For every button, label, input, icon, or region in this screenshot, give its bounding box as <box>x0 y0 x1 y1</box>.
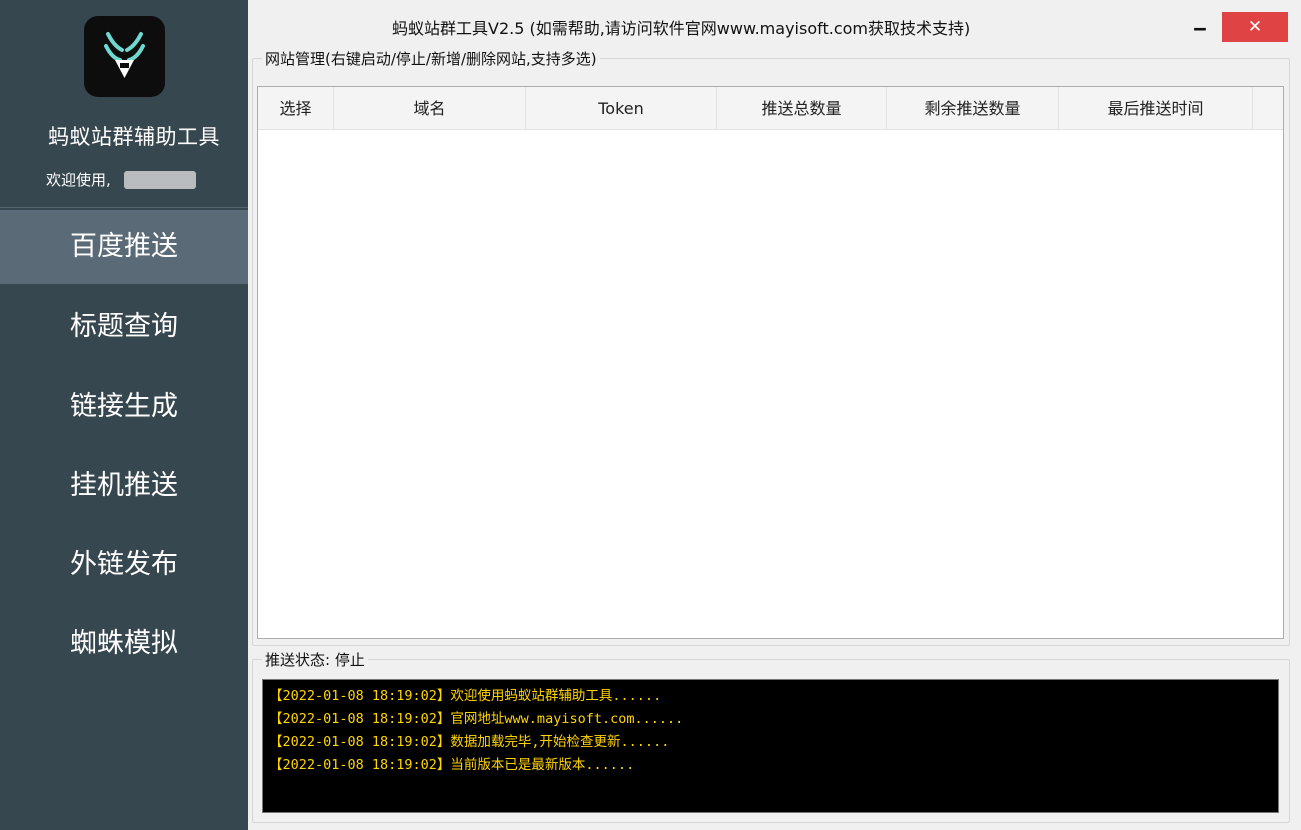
nav-item-link-generate[interactable]: 链接生成 <box>0 370 248 444</box>
nav-item-baidu-push[interactable]: 百度推送 <box>0 210 248 284</box>
log-line: 【2022-01-08 18:19:02】官网地址www.mayisoft.co… <box>269 711 684 727</box>
column-header-token[interactable]: Token <box>526 87 717 129</box>
nav-item-title-query[interactable]: 标题查询 <box>0 290 248 364</box>
username-redacted <box>124 171 196 189</box>
nav-item-idle-push[interactable]: 挂机推送 <box>0 449 248 523</box>
log-line: 【2022-01-08 18:19:02】当前版本已是最新版本...... <box>269 757 635 773</box>
minimize-button[interactable]: ‒ <box>1186 12 1214 42</box>
log-line: 【2022-01-08 18:19:02】欢迎使用蚂蚁站群辅助工具...... <box>269 688 662 704</box>
window-title: 蚂蚁站群工具V2.5 (如需帮助,请访问软件官网www.mayisoft.com… <box>392 19 971 38</box>
column-header-remaining[interactable]: 剩余推送数量 <box>887 87 1059 129</box>
table-header: 选择 域名 Token 推送总数量 剩余推送数量 最后推送时间 <box>258 87 1283 130</box>
sidebar-divider <box>0 207 248 208</box>
app-name: 蚂蚁站群辅助工具 <box>48 125 220 149</box>
ant-logo-icon <box>84 16 165 97</box>
close-button[interactable]: ✕ <box>1222 12 1288 42</box>
site-table[interactable]: 选择 域名 Token 推送总数量 剩余推送数量 最后推送时间 <box>257 86 1284 639</box>
sidebar: 蚂蚁站群辅助工具 欢迎使用, 百度推送 标题查询 链接生成 挂机推送 外链发布 … <box>0 0 248 830</box>
column-header-total-pushed[interactable]: 推送总数量 <box>717 87 887 129</box>
ant-logo-graphic <box>104 32 145 78</box>
column-header-domain[interactable]: 域名 <box>334 87 526 129</box>
log-line: 【2022-01-08 18:19:02】数据加载完毕,开始检查更新...... <box>269 734 670 750</box>
column-header-select[interactable]: 选择 <box>258 87 334 129</box>
log-console[interactable]: 【2022-01-08 18:19:02】欢迎使用蚂蚁站群辅助工具...... … <box>262 679 1279 813</box>
nav-item-backlink-publish[interactable]: 外链发布 <box>0 528 248 602</box>
nav-item-spider-simulate[interactable]: 蜘蛛模拟 <box>0 607 248 681</box>
welcome-text: 欢迎使用, <box>46 171 111 189</box>
site-management-label: 网站管理(右键启动/停止/新增/删除网站,支持多选) <box>262 48 600 69</box>
column-header-last-push-time[interactable]: 最后推送时间 <box>1059 87 1253 129</box>
push-status-label: 推送状态: 停止 <box>262 649 368 670</box>
